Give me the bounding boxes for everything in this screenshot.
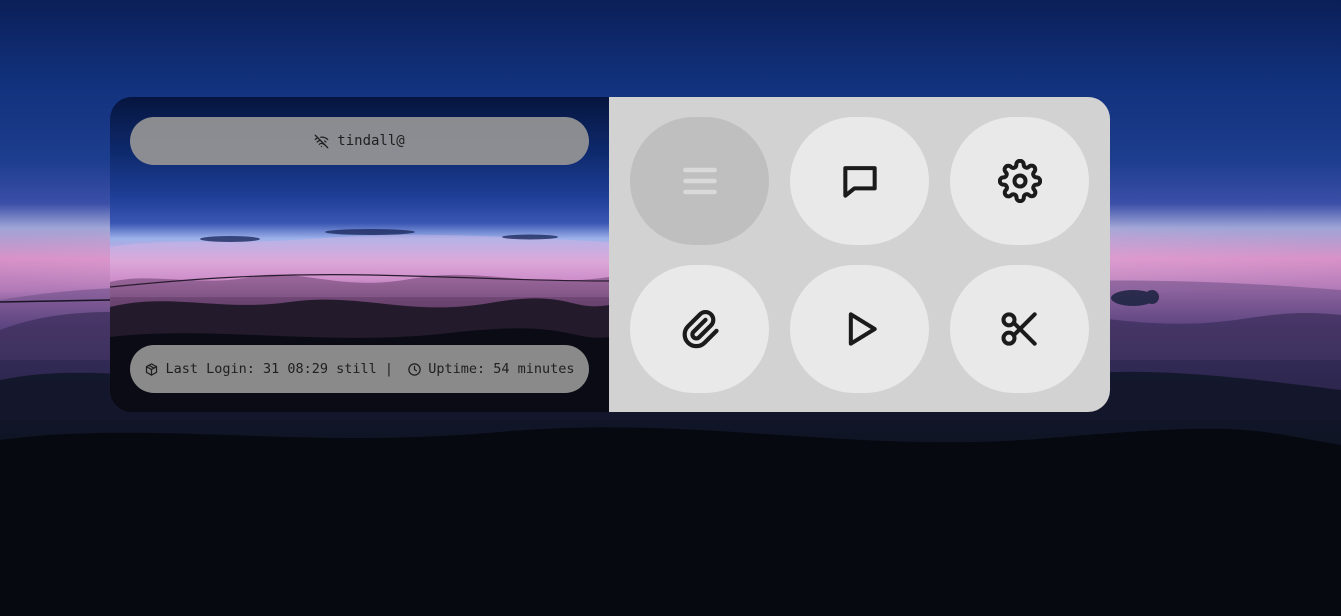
actions-grid bbox=[630, 117, 1089, 393]
scissors-icon bbox=[1000, 312, 1037, 346]
chat-button[interactable] bbox=[790, 117, 929, 245]
last-login-text: Last Login: 31 08:29 still | bbox=[165, 361, 402, 377]
uptime-text: Uptime: 54 minutes bbox=[428, 361, 575, 377]
attach-button[interactable] bbox=[630, 265, 769, 393]
package-icon bbox=[144, 362, 159, 377]
clock-icon bbox=[407, 362, 422, 377]
profile-pane: tindall@ Last Login: 31 08:29 still | Up… bbox=[110, 97, 609, 412]
menu-icon bbox=[682, 167, 717, 195]
username-label: tindall@ bbox=[337, 133, 405, 149]
message-square-icon bbox=[842, 166, 877, 198]
desktop: tindall@ Last Login: 31 08:29 still | Up… bbox=[0, 0, 1341, 616]
actions-pane bbox=[609, 97, 1110, 412]
wifi-off-icon bbox=[314, 134, 329, 149]
session-status-pill: Last Login: 31 08:29 still | Uptime: 54 … bbox=[130, 345, 589, 393]
settings-button[interactable] bbox=[950, 117, 1089, 245]
cut-button[interactable] bbox=[950, 265, 1089, 393]
menu-button[interactable] bbox=[630, 117, 769, 245]
username-pill[interactable]: tindall@ bbox=[130, 117, 589, 165]
paperclip-icon bbox=[682, 309, 719, 349]
play-icon bbox=[848, 312, 877, 346]
gear-icon bbox=[997, 159, 1042, 203]
play-button[interactable] bbox=[790, 265, 929, 393]
session-panel: tindall@ Last Login: 31 08:29 still | Up… bbox=[110, 97, 1110, 412]
